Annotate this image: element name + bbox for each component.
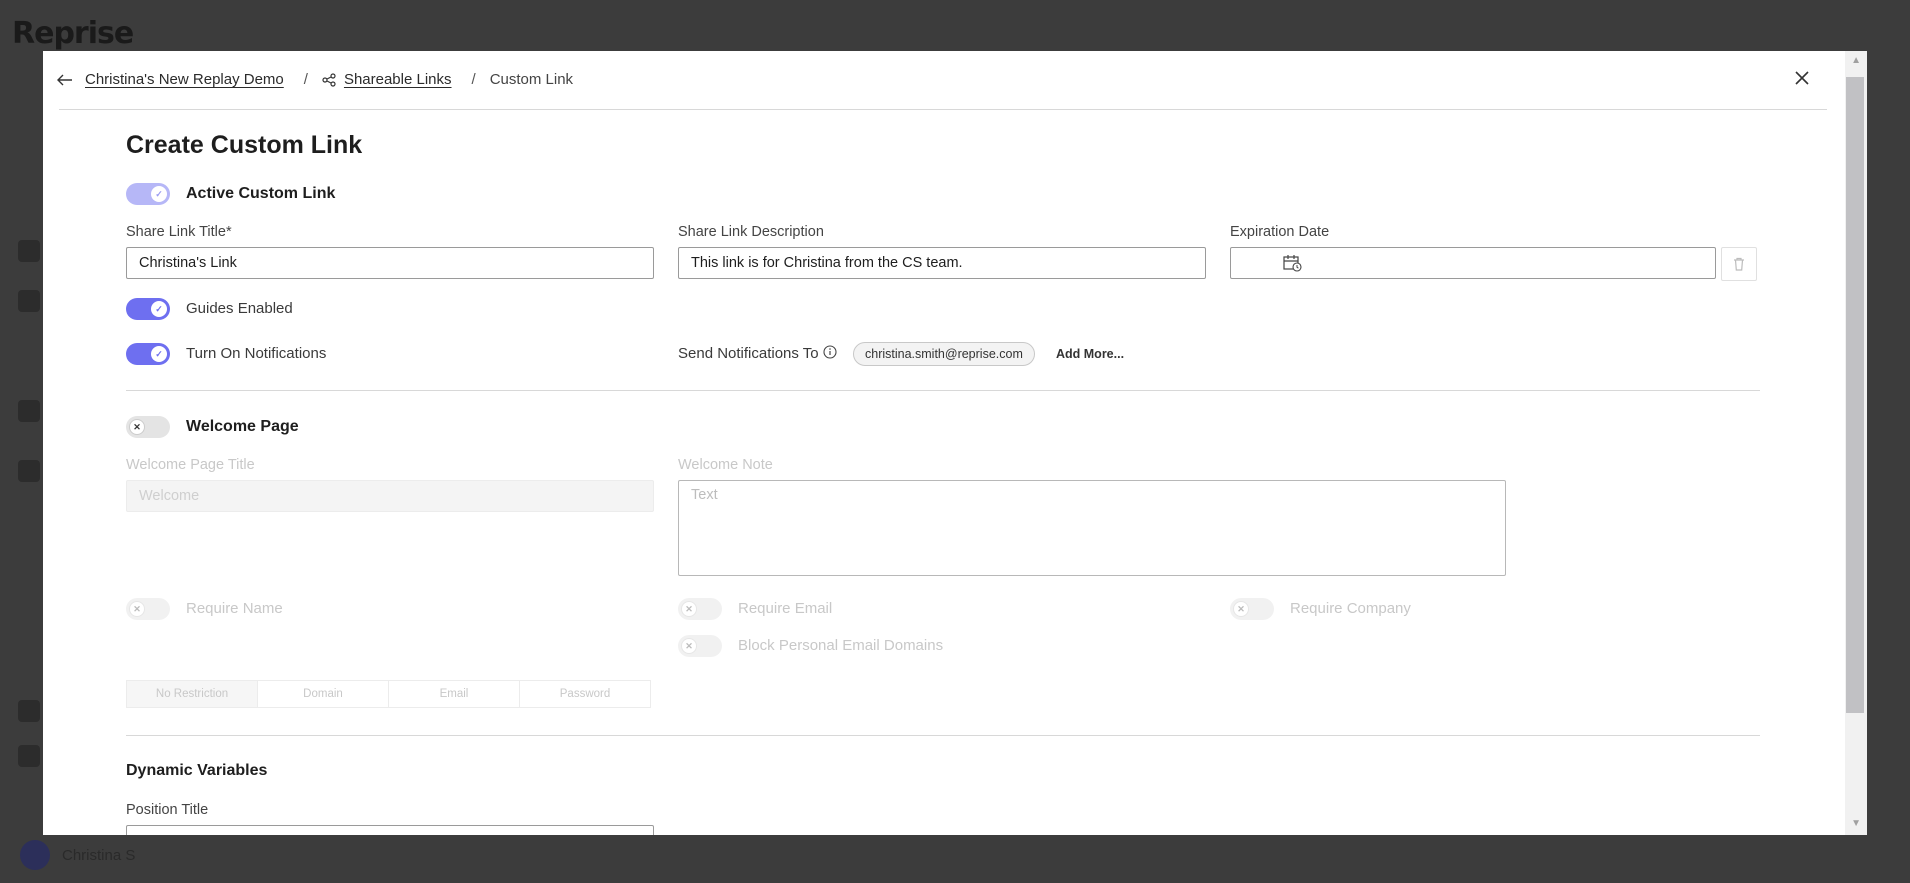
x-icon: ✕	[1233, 601, 1249, 617]
trash-icon	[1734, 257, 1744, 271]
active-custom-link-toggle[interactable]: ✓	[126, 183, 170, 205]
expiration-date-input[interactable]	[1230, 247, 1716, 279]
custom-link-modal: Christina's New Replay Demo / Shareable …	[43, 51, 1867, 835]
welcome-title-label: Welcome Page Title	[126, 457, 255, 473]
position-title-input[interactable]	[126, 825, 654, 835]
share-title-label: Share Link Title*	[126, 224, 232, 240]
welcome-note-label: Welcome Note	[678, 457, 773, 473]
calendar-icon[interactable]	[1283, 254, 1302, 277]
send-notifications-label: Send Notifications To	[678, 345, 819, 362]
section-divider	[126, 390, 1760, 391]
recipient-chip[interactable]: christina.smith@reprise.com	[853, 342, 1035, 366]
backdrop-nav-icon	[18, 460, 40, 482]
breadcrumb-shareable-links[interactable]: Shareable Links	[344, 71, 452, 88]
restriction-option-email[interactable]: Email	[389, 681, 520, 707]
share-icon	[322, 72, 336, 87]
breadcrumb-current: Custom Link	[489, 71, 574, 88]
require-company-label: Require Company	[1290, 600, 1411, 617]
check-icon: ✓	[151, 186, 167, 202]
notifications-label: Turn On Notifications	[186, 345, 327, 362]
require-email-toggle[interactable]: ✕	[678, 598, 722, 620]
app-logo: Reprise	[12, 16, 134, 51]
share-description-input[interactable]	[678, 247, 1206, 279]
backdrop-nav-icon	[18, 290, 40, 312]
restriction-segmented-control: No Restriction Domain Email Password	[126, 680, 651, 708]
active-custom-link-label: Active Custom Link	[186, 185, 336, 202]
block-personal-domains-label: Block Personal Email Domains	[738, 637, 944, 654]
backdrop-user: Christina S	[20, 840, 135, 870]
close-icon	[1795, 71, 1809, 85]
welcome-title-input[interactable]	[126, 480, 654, 512]
welcome-note-textarea[interactable]	[678, 480, 1506, 576]
breadcrumb: Christina's New Replay Demo / Shareable …	[57, 71, 573, 88]
breadcrumb-demo-link[interactable]: Christina's New Replay Demo	[85, 71, 284, 88]
welcome-page-toggle[interactable]: ✕	[126, 416, 170, 438]
notifications-toggle[interactable]: ✓	[126, 343, 170, 365]
share-description-label: Share Link Description	[678, 224, 824, 240]
welcome-page-label: Welcome Page	[186, 418, 299, 435]
info-icon[interactable]	[823, 345, 837, 364]
scroll-down-icon[interactable]: ▼	[1851, 818, 1861, 829]
require-name-toggle[interactable]: ✕	[126, 598, 170, 620]
x-icon: ✕	[129, 419, 145, 435]
avatar	[20, 840, 50, 870]
share-title-input[interactable]	[126, 247, 654, 279]
require-company-toggle[interactable]: ✕	[1230, 598, 1274, 620]
scrollbar-thumb[interactable]	[1846, 77, 1864, 713]
dynamic-variables-heading: Dynamic Variables	[126, 762, 268, 779]
scroll-up-icon[interactable]: ▲	[1851, 55, 1861, 66]
scrollbar[interactable]: ▲ ▼	[1845, 51, 1867, 835]
x-icon: ✕	[681, 638, 697, 654]
check-icon: ✓	[151, 301, 167, 317]
block-personal-domains-toggle[interactable]: ✕	[678, 635, 722, 657]
user-name: Christina S	[62, 846, 136, 864]
position-title-label: Position Title	[126, 802, 209, 818]
x-icon: ✕	[681, 601, 697, 617]
x-icon: ✕	[129, 601, 145, 617]
guides-enabled-toggle[interactable]: ✓	[126, 298, 170, 320]
restriction-option-password[interactable]: Password	[520, 681, 650, 707]
check-icon: ✓	[151, 346, 167, 362]
expiration-date-label: Expiration Date	[1230, 224, 1330, 240]
restriction-option-domain[interactable]: Domain	[258, 681, 389, 707]
backdrop-nav-icon	[18, 400, 40, 422]
add-more-recipients-button[interactable]: Add More...	[1056, 347, 1124, 361]
arrow-left-icon[interactable]	[57, 74, 73, 86]
backdrop-nav-icon	[18, 745, 40, 767]
backdrop-nav-icon	[18, 700, 40, 722]
close-button[interactable]	[1791, 67, 1813, 89]
page-title: Create Custom Link	[126, 131, 363, 159]
breadcrumb-separator: /	[471, 71, 476, 88]
breadcrumb-separator: /	[303, 71, 308, 88]
guides-enabled-label: Guides Enabled	[186, 300, 293, 317]
clear-date-button[interactable]	[1721, 247, 1757, 281]
require-name-label: Require Name	[186, 600, 283, 617]
section-divider	[126, 735, 1760, 736]
restriction-option-none[interactable]: No Restriction	[127, 681, 258, 707]
require-email-label: Require Email	[738, 600, 833, 617]
backdrop-nav-icon	[18, 240, 40, 262]
header-divider	[59, 109, 1827, 110]
